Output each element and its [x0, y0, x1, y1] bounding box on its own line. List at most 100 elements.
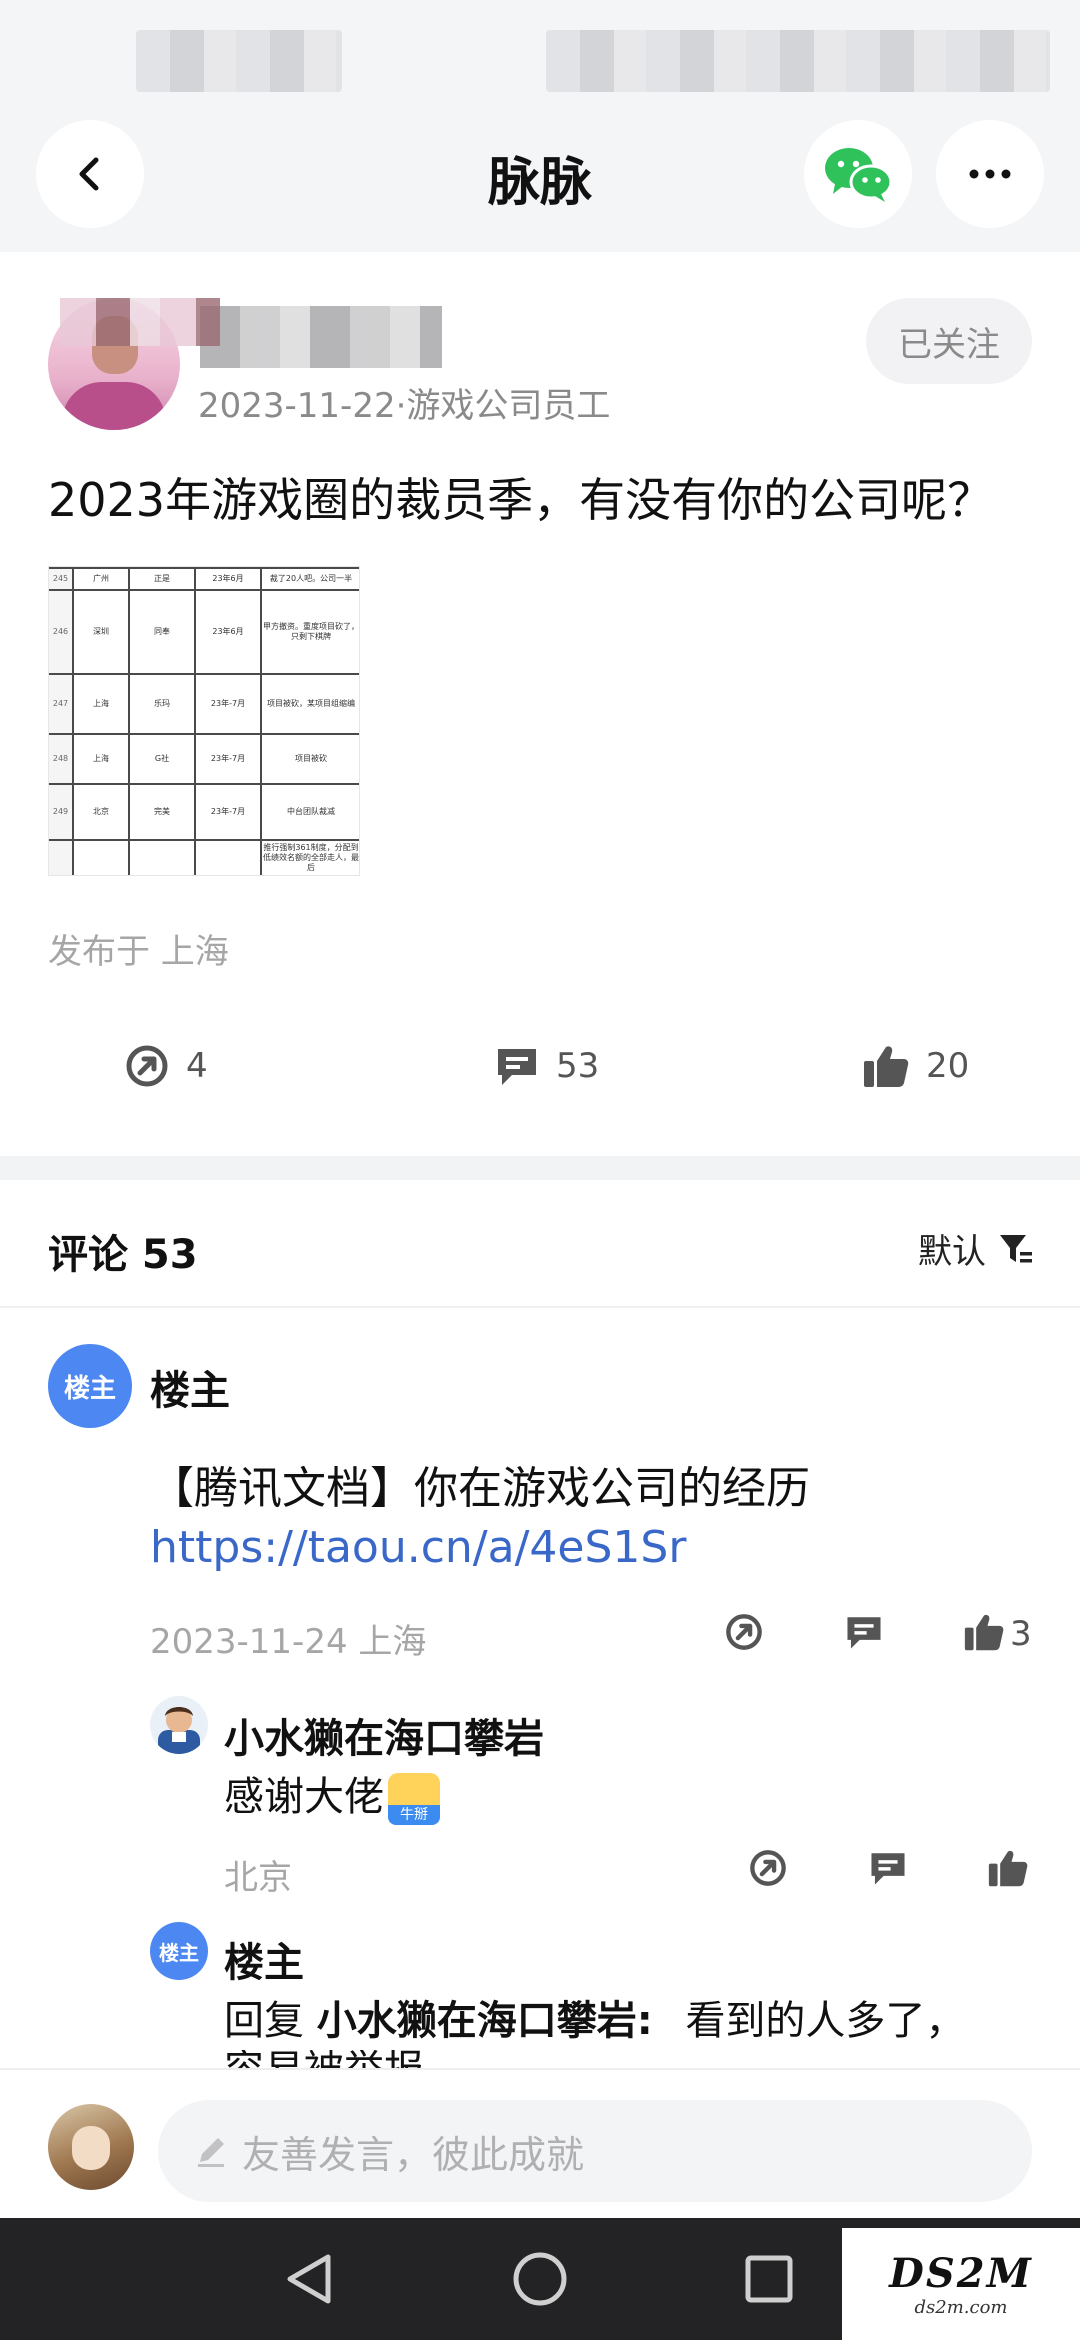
more-dots-icon [969, 169, 1011, 179]
watermark-text: DS2M [889, 2250, 1033, 2297]
comment-like-count: 3 [1010, 1614, 1032, 1654]
post-location: 发布于 上海 [48, 932, 229, 972]
op-badge-avatar[interactable]: 楼主 [150, 1922, 208, 1980]
comment-count: 53 [556, 1046, 600, 1086]
comment-input[interactable]: 友善发言，彼此成就 [158, 2100, 1032, 2202]
cell: 23年6月 [194, 567, 262, 591]
cell: 甲方撤资。重度项目砍了，只剩下棋牌 [260, 589, 359, 675]
cell: 正是 [128, 567, 196, 591]
nav-home-button[interactable] [509, 2248, 571, 2310]
triangle-back-icon [287, 2254, 331, 2304]
table-row: 245 广州 正是 23年6月 裁了20人吧。公司一半 [49, 567, 359, 591]
comment-link[interactable]: https://taou.cn/a/4eS1Sr [150, 1522, 686, 1573]
table-row: 246 深圳 同奉 23年6月 甲方撤资。重度项目砍了，只剩下棋牌 [49, 589, 359, 675]
reply-share-button[interactable] [744, 1844, 792, 1892]
comment-reply-button[interactable] [840, 1608, 888, 1656]
divider [0, 1306, 1080, 1308]
sort-button[interactable]: 默认 [918, 1224, 1034, 1273]
cell: 23年-7月 [194, 733, 262, 785]
comment-author-name[interactable]: 楼主 [150, 1358, 230, 1416]
cell: 上海 [72, 733, 130, 785]
reply-author-name[interactable]: 楼主 [224, 1930, 304, 1988]
like-action[interactable]: 20 [862, 1036, 969, 1096]
cell: 项目被砍 [260, 733, 359, 785]
cell: 北京 [72, 783, 130, 841]
top-bar: 脉脉 [0, 0, 1080, 252]
post-meta: 2023-11-22·游戏公司员工 [198, 386, 611, 426]
reply-avatar[interactable] [150, 1696, 208, 1754]
section-divider [0, 1156, 1080, 1180]
comment-meta: 2023-11-24 上海 [150, 1622, 427, 1662]
reply-like-button[interactable] [984, 1844, 1032, 1892]
comment-icon [871, 1853, 905, 1885]
follow-button[interactable]: 已关注 [866, 298, 1032, 384]
comment-icon [498, 1049, 536, 1085]
cell: 上海 [72, 673, 130, 735]
reply-text: 看到的人多了， [685, 1998, 966, 2044]
cell [49, 839, 74, 875]
filter-icon [1000, 1234, 1032, 1262]
niubi-emoji-icon: 牛掰 [388, 1773, 440, 1825]
cell [128, 839, 196, 875]
reply-meta: 北京 [224, 1858, 292, 1898]
reply-colon: : [636, 1998, 653, 2044]
share-action[interactable]: 4 [124, 1036, 208, 1096]
cell: 249 [49, 783, 74, 841]
my-avatar[interactable] [48, 2104, 134, 2190]
wechat-share-button[interactable] [804, 120, 912, 228]
avatar-illustration-icon [158, 1707, 200, 1754]
watermark-subtext: ds2m.com [914, 2297, 1008, 2318]
watermark-logo: DS2M ds2m.com [842, 2228, 1080, 2340]
table-row: 248 上海 G社 23年-7月 项目被砍 [49, 733, 359, 785]
reply-prefix: 回复 [224, 1998, 304, 2044]
comment-input-bar: 友善发言，彼此成就 [0, 2068, 1080, 2218]
avatar-face-shape [72, 2126, 110, 2170]
comments-title: 评论 53 [48, 1232, 198, 1278]
reply-target-name[interactable]: 小水獭在海口攀岩 [317, 1998, 637, 2044]
thumbs-up-icon [988, 1850, 1028, 1887]
comment-action[interactable]: 53 [494, 1036, 599, 1096]
sort-label: 默认 [918, 1232, 986, 1272]
cell: 23年-7月 [194, 783, 262, 841]
wechat-icon [825, 148, 893, 202]
nav-back-button[interactable] [278, 2248, 340, 2310]
status-bar-blur-right [546, 30, 1050, 92]
cell: 深圳 [72, 589, 130, 675]
cell: 广州 [72, 567, 130, 591]
cell: 推行强制361制度，分配到低绩效名额的全部走人，最后 [260, 839, 359, 875]
input-placeholder: 友善发言，彼此成就 [242, 2132, 585, 2177]
cell: 245 [49, 567, 74, 591]
cell [194, 839, 262, 875]
table-row: 推行强制361制度，分配到低绩效名额的全部走人，最后 [49, 839, 359, 875]
cell: 同奉 [128, 589, 196, 675]
avatar-blur-overlay [60, 298, 220, 346]
reply-author-name[interactable]: 小水獭在海口攀岩 [224, 1706, 544, 1764]
author-name-blurred [200, 306, 442, 368]
circle-home-icon [513, 2252, 567, 2306]
cell: 乐玛 [128, 673, 196, 735]
cell [72, 839, 130, 875]
share-icon [126, 1045, 168, 1087]
cell: 248 [49, 733, 74, 785]
share-icon [750, 1850, 786, 1886]
table-row: 247 上海 乐玛 23年-7月 项目被砍，某项目组缩编 [49, 673, 359, 735]
square-recents-icon [745, 2255, 793, 2303]
post-image-thumbnail[interactable]: 245 广州 正是 23年6月 裁了20人吧。公司一半 246 深圳 同奉 23… [48, 566, 360, 876]
cell: 23年6月 [194, 589, 262, 675]
comment-icon [847, 1617, 881, 1649]
cell: 中台团队裁减 [260, 783, 359, 841]
reply-reply-button[interactable] [864, 1844, 912, 1892]
comment-share-button[interactable] [720, 1608, 768, 1656]
reply-body: 感谢大佬 牛掰 [224, 1764, 440, 1825]
op-badge-avatar[interactable]: 楼主 [48, 1344, 132, 1428]
comment-like-button[interactable] [960, 1608, 1008, 1656]
comment-body: 【腾讯文档】你在游戏公司的经历 [150, 1463, 810, 1514]
more-button[interactable] [936, 120, 1044, 228]
table-row: 249 北京 完美 23年-7月 中台团队裁减 [49, 783, 359, 841]
emoji-tag-label: 牛掰 [388, 1805, 440, 1825]
cell: 247 [49, 673, 74, 735]
nav-recents-button[interactable] [738, 2248, 800, 2310]
post-text: 2023年游戏圈的裁员季，有没有你的公司呢？ [48, 473, 994, 527]
reply-text: 感谢大佬 [224, 1774, 384, 1820]
cell: 246 [49, 589, 74, 675]
